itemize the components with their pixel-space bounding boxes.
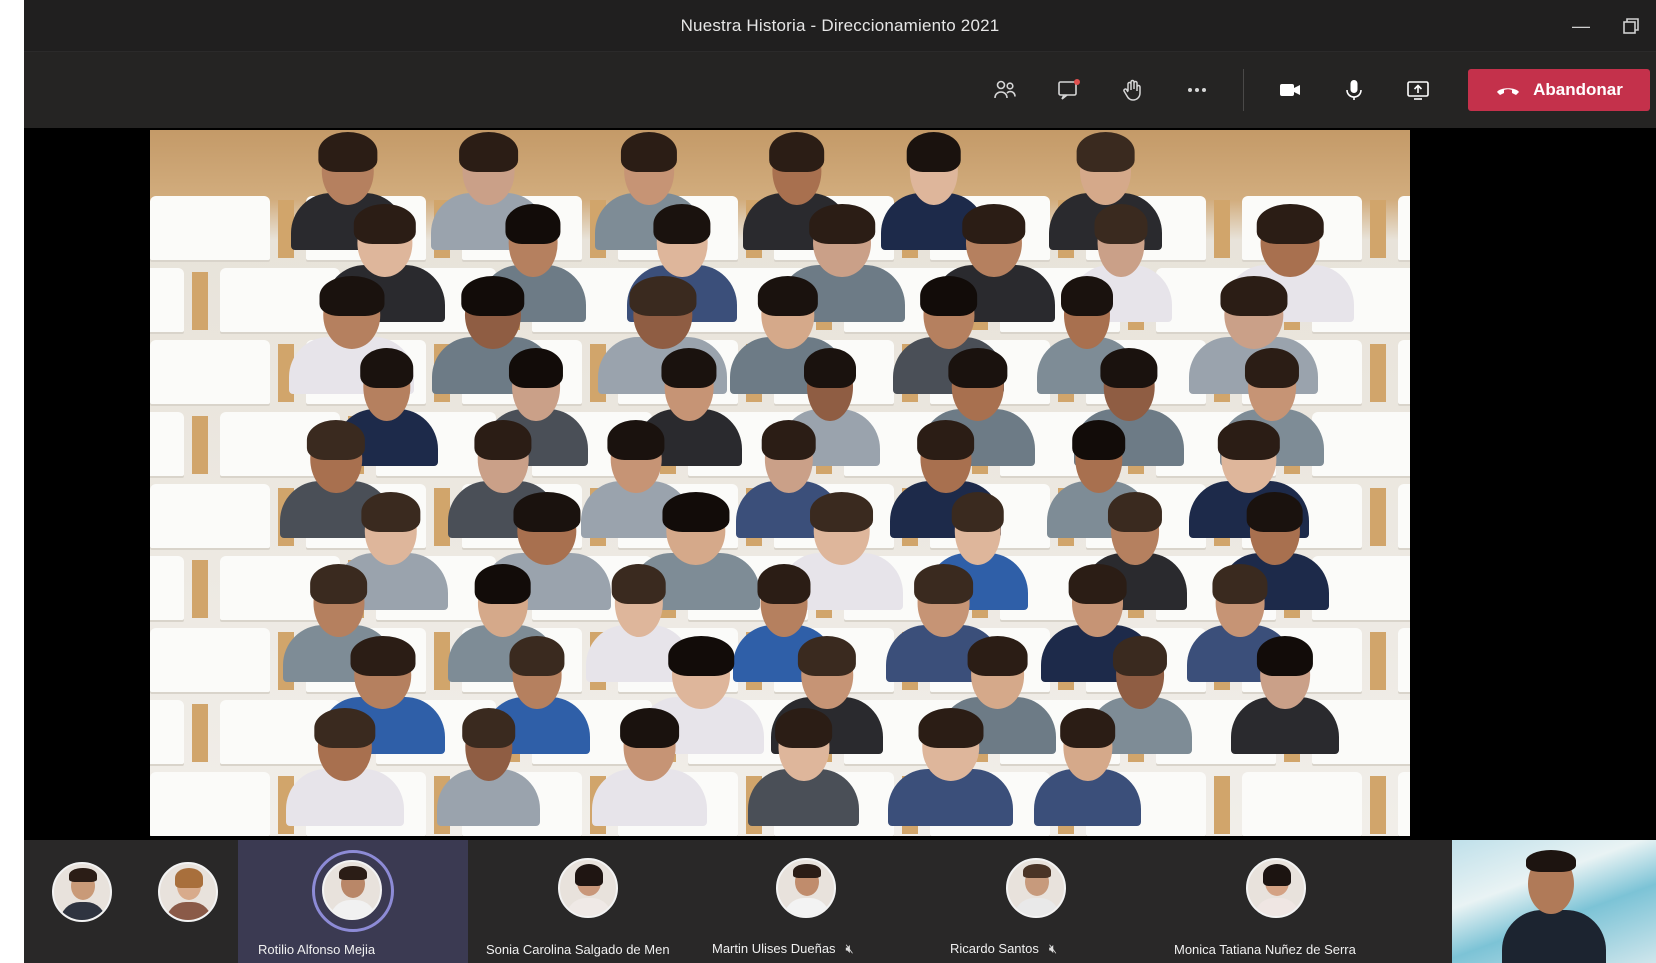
seat-divider: [192, 416, 208, 474]
microphone-icon[interactable]: [1322, 52, 1386, 128]
seat-divider: [1370, 776, 1386, 834]
camera-icon[interactable]: [1258, 52, 1322, 128]
seat: [150, 700, 184, 764]
participant-video: [592, 708, 707, 826]
participant-name: Rotilio Alfonso Mejia: [258, 942, 376, 957]
minimize-icon[interactable]: —: [1556, 0, 1606, 52]
title-bar: Nuestra Historia - Direccionamiento 2021…: [24, 0, 1656, 52]
participants-icon[interactable]: [973, 52, 1037, 128]
participant-name: Martin Ulises Dueñas 🔇︎: [712, 941, 854, 956]
seat-divider: [1214, 776, 1230, 834]
mic-off-icon: 🔇︎: [845, 941, 854, 956]
participant-tile[interactable]: [44, 840, 124, 963]
seat: [150, 340, 270, 404]
seat: [1398, 340, 1410, 404]
more-options-icon[interactable]: [1165, 52, 1229, 128]
raise-hand-icon[interactable]: [1101, 52, 1165, 128]
seat: [1398, 196, 1410, 260]
seat-divider: [1370, 344, 1386, 402]
hang-up-icon: [1497, 88, 1520, 95]
participant-tile-active[interactable]: Rotilio Alfonso Mejia: [238, 840, 468, 963]
seat: [1398, 484, 1410, 548]
meeting-toolbar: Abandonar: [24, 52, 1656, 128]
restore-icon[interactable]: [1606, 0, 1656, 52]
participants-strip: Rotilio Alfonso Mejia Sonia Carolina Sal…: [24, 840, 1656, 963]
participant-tile[interactable]: Sonia Carolina Salgado de Men: [478, 840, 704, 963]
participant-name: Sonia Carolina Salgado de Men: [486, 942, 670, 957]
participant-video: [1034, 708, 1141, 826]
leave-button[interactable]: Abandonar: [1468, 69, 1650, 111]
window-controls: —: [1556, 0, 1656, 52]
video-stage: [24, 128, 1656, 840]
seat: [150, 556, 184, 620]
seat-divider: [192, 560, 208, 618]
seat-divider: [1370, 488, 1386, 546]
mic-off-icon: 🔇︎: [1048, 941, 1058, 956]
leave-button-label: Abandonar: [1533, 80, 1623, 99]
seat: [150, 412, 184, 476]
share-screen-icon[interactable]: [1386, 52, 1450, 128]
self-view-video[interactable]: [1452, 840, 1656, 963]
meeting-title: Nuestra Historia - Direccionamiento 2021: [680, 15, 1000, 35]
participant-name: Monica Tatiana Nuñez de Serra: [1174, 942, 1356, 957]
seat-divider: [1370, 632, 1386, 690]
seat-divider: [192, 272, 208, 330]
participant-video: [286, 708, 404, 826]
seat-divider: [1370, 200, 1386, 258]
avatar: [558, 858, 618, 918]
window-left-edge: [0, 0, 24, 963]
seat: [1242, 772, 1362, 836]
seat-divider: [192, 704, 208, 762]
avatar: [1006, 858, 1066, 918]
participant-name: Ricardo Santos 🔇︎: [950, 941, 1058, 956]
avatar: [322, 860, 382, 920]
participant-video: [437, 708, 540, 826]
together-mode-scene: [150, 130, 1410, 836]
chat-icon[interactable]: [1037, 52, 1101, 128]
participant-tile[interactable]: Martin Ulises Dueñas 🔇︎: [708, 840, 934, 963]
seat: [150, 628, 270, 692]
participant-tile[interactable]: Monica Tatiana Nuñez de Serra: [1168, 840, 1394, 963]
avatar: [158, 862, 218, 922]
participant-video: [888, 708, 1013, 826]
seat: [150, 196, 270, 260]
participant-tile[interactable]: Ricardo Santos 🔇︎: [936, 840, 1162, 963]
seat: [1398, 772, 1410, 836]
seat: [150, 484, 270, 548]
seat: [1398, 628, 1410, 692]
avatar: [52, 862, 112, 922]
participant-video: [748, 708, 859, 826]
seat: [1312, 412, 1410, 476]
participant-tile[interactable]: [150, 840, 230, 963]
toolbar-divider: [1243, 69, 1244, 111]
participant-video: [1231, 636, 1339, 754]
avatar: [776, 858, 836, 918]
seat: [150, 772, 270, 836]
seat: [150, 268, 184, 332]
avatar: [1246, 858, 1306, 918]
